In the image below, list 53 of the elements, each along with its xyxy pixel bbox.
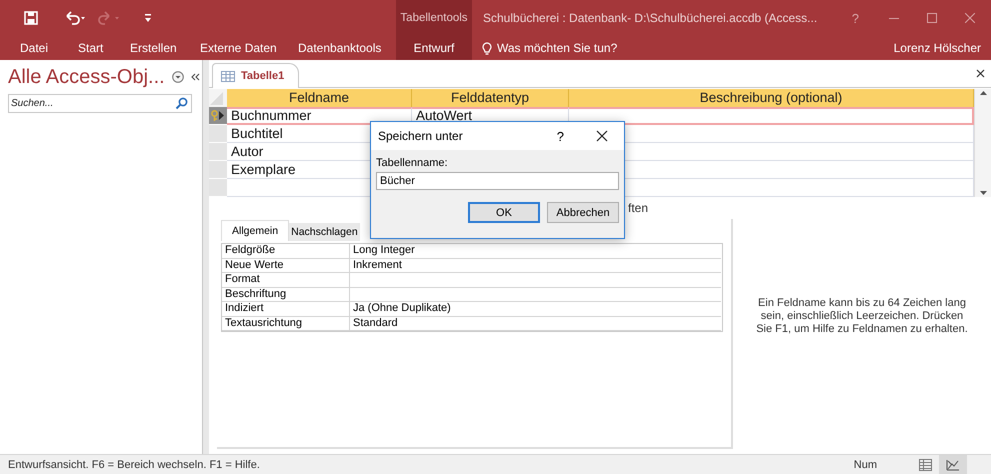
ribbon-tab[interactable]: Erstellen [130, 36, 177, 60]
property-tab[interactable]: Nachschlagen [289, 223, 360, 241]
dialog-button[interactable]: Abbrechen [547, 202, 619, 223]
status-text: Entwurfsansicht. F6 = Bereich wechseln. F1 = Hilfe. [8, 458, 261, 470]
help-button[interactable]: ? [556, 128, 564, 144]
scroll-down-icon[interactable] [978, 189, 988, 197]
column-header: Feldname [227, 89, 412, 107]
window-title: Schulbücherei : Datenbank- D:\Schulbücherei.accdb (Access... [483, 11, 818, 25]
property-value[interactable]: Long Integer [350, 244, 721, 258]
document-tab[interactable]: Tabelle1 [212, 63, 300, 88]
current-row-arrow-icon [219, 111, 224, 120]
table-name-field[interactable]: Bücher [376, 172, 619, 190]
property-value[interactable]: Ja (Ohne Duplikate) [350, 302, 721, 316]
property-name: Textausrichtung [222, 316, 350, 331]
column-header: Beschreibung (optional) [569, 89, 974, 107]
help-text: Ein Feldname kann bis zu 64 Zeichen lang sein, einschließlich Leerzeichen. Drücken Sie F1, um Hilfe zu Feldnamen zu erhalten. [755, 297, 969, 336]
contextual-tab-group-label: Tabellentools [400, 12, 468, 24]
collapse-icon[interactable] [190, 73, 200, 81]
property-value[interactable]: Inkrement [350, 258, 721, 273]
ribbon-tab[interactable]: Externe Daten [200, 36, 277, 60]
close-icon[interactable] [596, 130, 608, 142]
design-view-icon[interactable] [946, 458, 960, 470]
section-label: ften [628, 201, 648, 215]
dropdown-icon[interactable] [172, 71, 184, 83]
lightbulb-icon [482, 42, 492, 54]
description-cell[interactable] [569, 107, 974, 125]
maximize-icon[interactable] [927, 13, 937, 23]
customize-toolbar-icon[interactable] [144, 13, 152, 23]
dialog-button[interactable]: OK [468, 202, 540, 223]
undo-icon[interactable] [64, 11, 86, 25]
property-name: Feldgröße [222, 244, 350, 258]
ribbon-tab[interactable]: Datei [20, 36, 48, 60]
property-name: Format [222, 273, 350, 288]
property-name: Indiziert [222, 302, 350, 316]
datasheet-view-icon[interactable] [918, 458, 932, 470]
table-icon [221, 70, 235, 82]
property-name: Neue Werte [222, 258, 350, 273]
property-value[interactable]: Standard [350, 316, 721, 331]
key-icon [211, 110, 218, 122]
property-name: Beschriftung [222, 288, 350, 302]
redo-icon [98, 11, 120, 25]
scroll-up-icon[interactable] [978, 89, 988, 97]
navigation-pane-title[interactable]: Alle Access-Obj... [8, 66, 165, 88]
save-icon[interactable] [24, 11, 38, 25]
column-header: Felddatentyp [412, 89, 569, 107]
close-icon[interactable] [976, 69, 985, 78]
ribbon-tab[interactable]: Datenbanktools [298, 36, 382, 60]
num-lock-indicator: Num [854, 458, 877, 470]
property-tab[interactable]: Allgemein [221, 220, 290, 241]
document-tab-label: Tabelle1 [241, 70, 284, 82]
row-selector[interactable] [209, 107, 227, 125]
user-name[interactable]: Lorenz Hölscher [894, 41, 981, 55]
ribbon-tab[interactable]: Start [78, 36, 104, 60]
